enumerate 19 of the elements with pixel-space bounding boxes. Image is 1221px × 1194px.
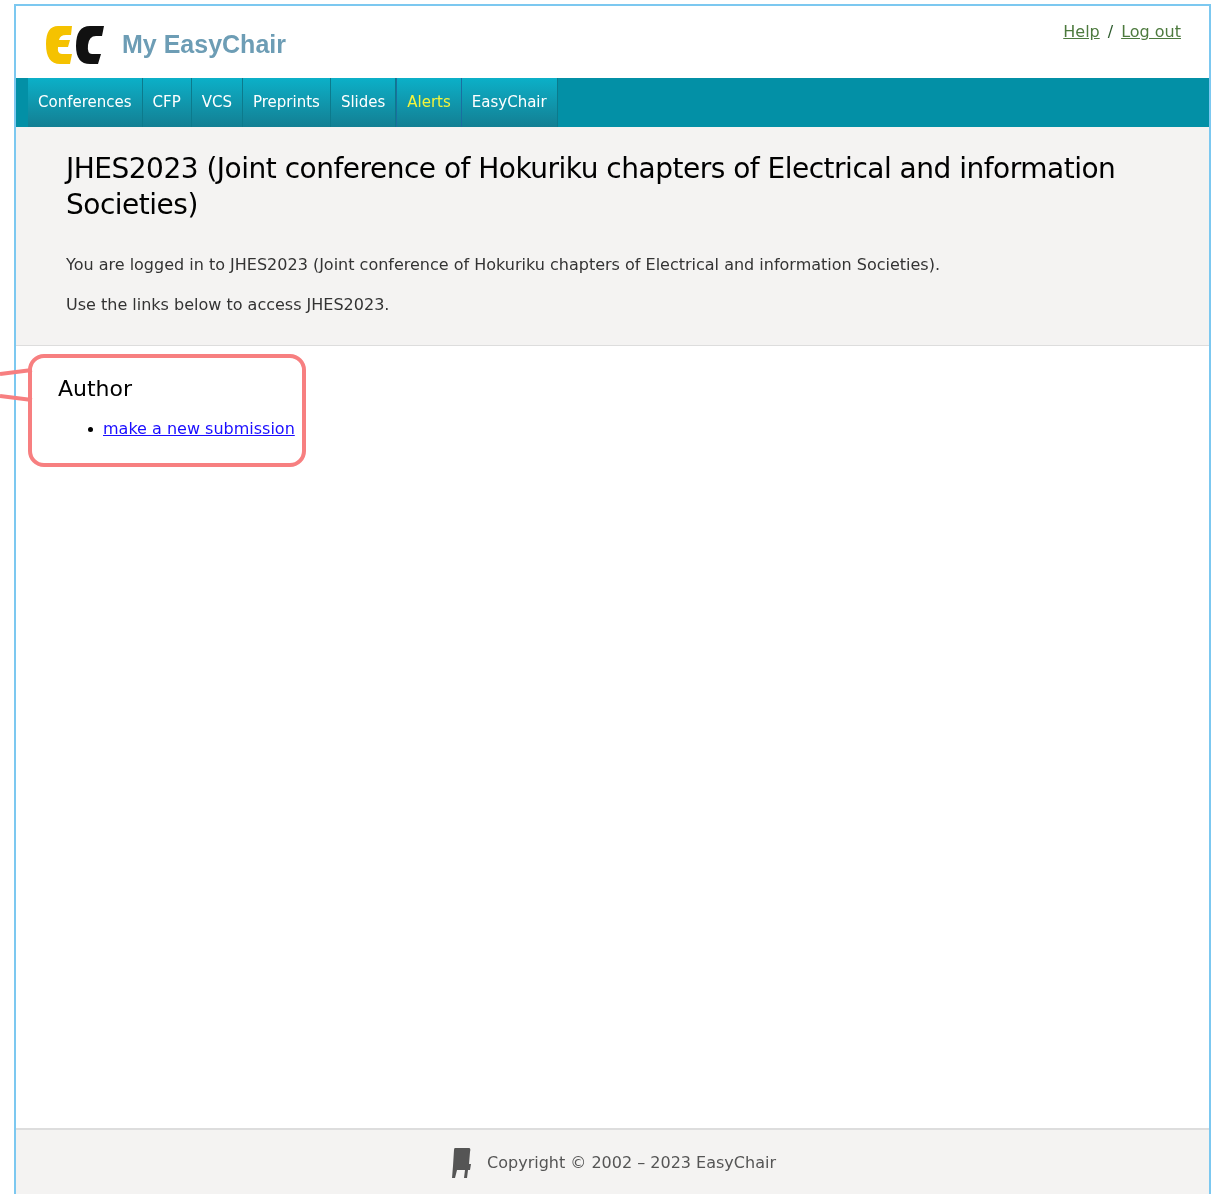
menu-tab[interactable]: Slides bbox=[330, 78, 397, 127]
chair-icon bbox=[449, 1146, 474, 1180]
link-separator: / bbox=[1107, 21, 1114, 43]
submission-link[interactable]: make a new submission bbox=[103, 417, 295, 441]
menu-tab[interactable]: CFP bbox=[142, 78, 192, 127]
section-heading: Author bbox=[58, 375, 134, 403]
page-title: JHES2023 (Joint conference of Hokuriku chapters of Electrical and information Societies) bbox=[66, 151, 1117, 223]
menu-tab[interactable]: EasyChair bbox=[461, 78, 558, 127]
menu-tab[interactable]: Preprints bbox=[242, 78, 331, 127]
site-title: My EasyChair bbox=[122, 29, 286, 61]
bullet-icon bbox=[88, 426, 93, 432]
info-text: Use the links below to access JHES2023. bbox=[66, 294, 391, 316]
help-link[interactable]: Help bbox=[1063, 20, 1100, 44]
menu-tab[interactable]: VCS bbox=[191, 78, 243, 127]
logout-link[interactable]: Log out bbox=[1121, 20, 1181, 44]
menu-tab[interactable]: Conferences bbox=[28, 78, 143, 127]
copyright-text: Copyright © 2002 – 2023 EasyChair bbox=[487, 1152, 776, 1174]
info-text: You are logged in to JHES2023 (Joint conference of Hokuriku chapters of Electrical and information Societies). bbox=[66, 254, 942, 276]
menu-tab[interactable]: Alerts bbox=[396, 78, 462, 127]
